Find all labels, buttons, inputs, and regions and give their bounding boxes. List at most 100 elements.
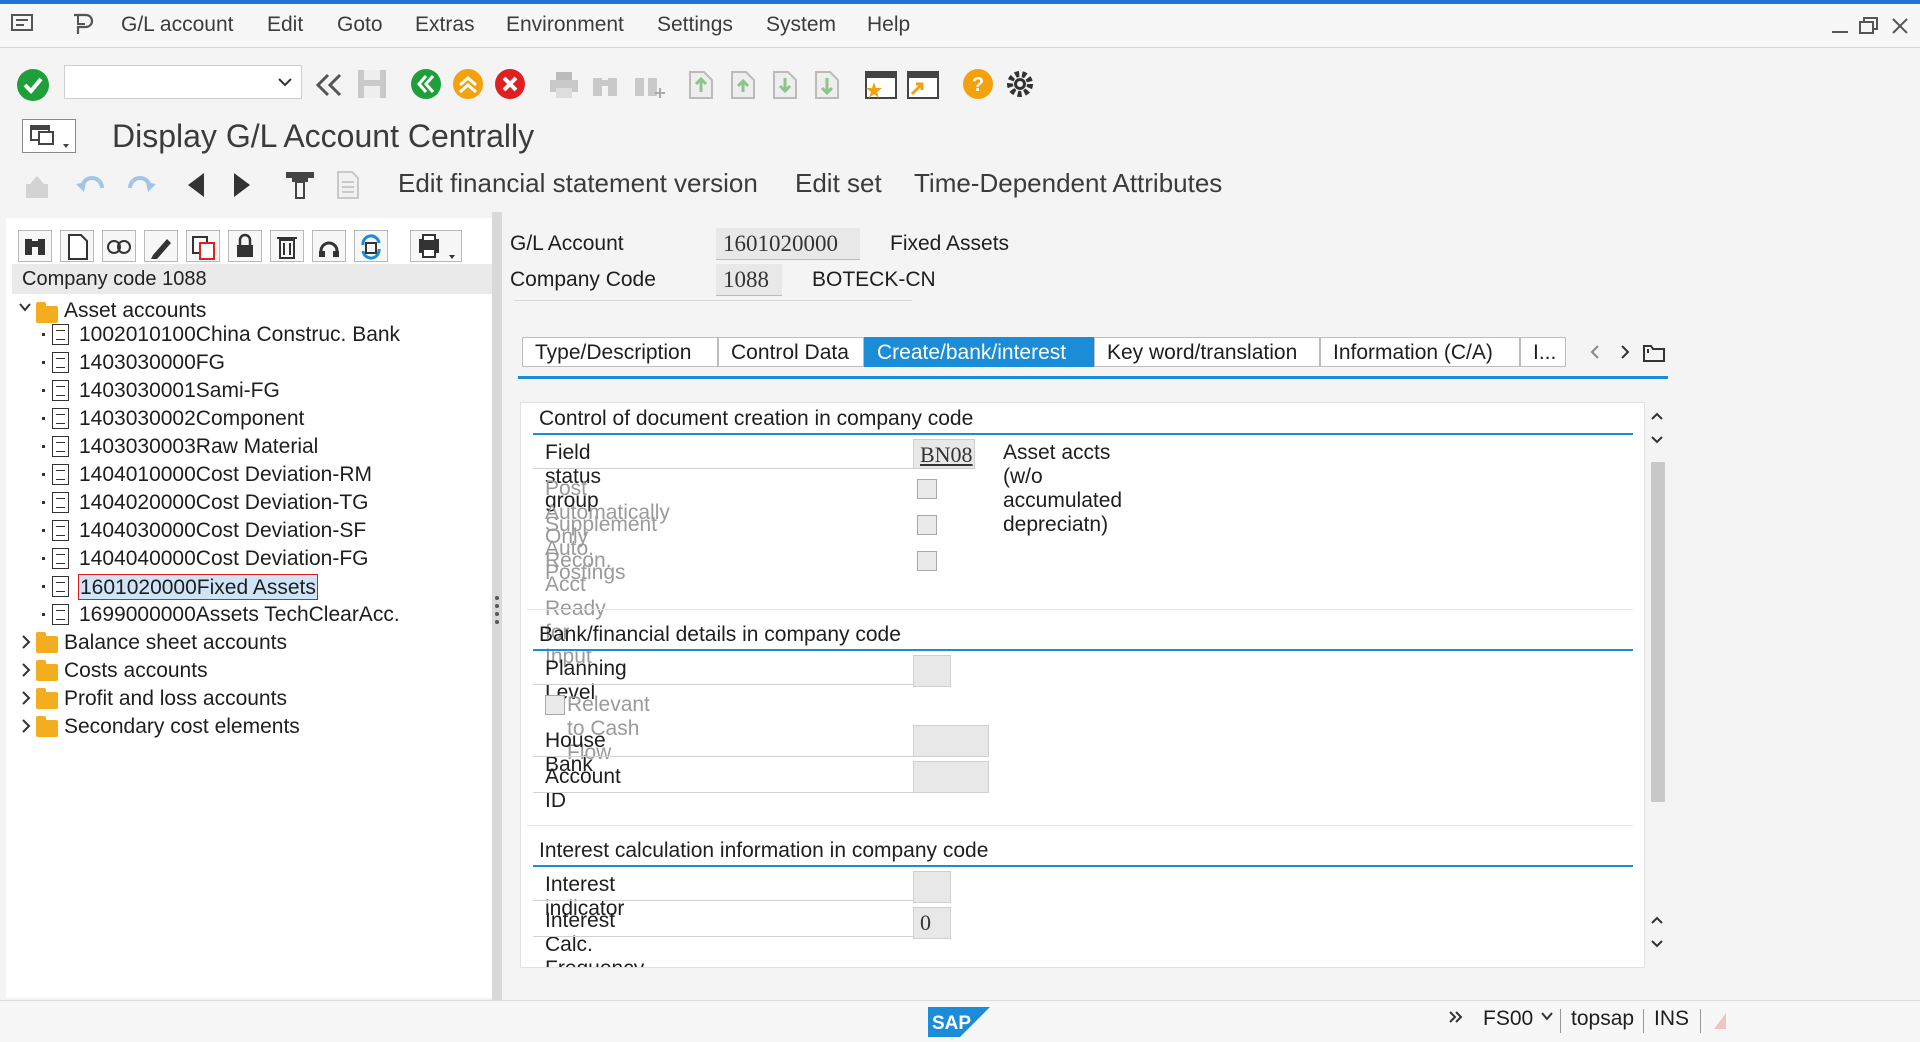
recon-ready-checkbox[interactable] bbox=[917, 551, 937, 571]
back-icon[interactable] bbox=[410, 68, 442, 100]
minimize-icon[interactable] bbox=[1830, 16, 1850, 36]
tree-item[interactable]: 1404040000Cost Deviation-FG bbox=[79, 546, 369, 572]
expand-icon[interactable] bbox=[20, 662, 32, 678]
account-id-input[interactable] bbox=[913, 761, 989, 793]
sap-logo-menu-icon[interactable] bbox=[70, 12, 96, 36]
tree-display-icon[interactable] bbox=[102, 230, 136, 262]
tree-block-icon[interactable] bbox=[312, 230, 346, 262]
tree-item[interactable]: 1699000000Assets TechClearAcc. bbox=[79, 602, 400, 628]
where-used-icon[interactable] bbox=[284, 170, 316, 200]
scroll-bottom-icon[interactable] bbox=[1649, 938, 1665, 950]
status-dropdown-icon[interactable] bbox=[1540, 1009, 1554, 1023]
tab-key-word-translation[interactable]: Key word/translation bbox=[1094, 337, 1320, 367]
field-status-group-value[interactable]: BN08 bbox=[913, 439, 975, 469]
company-code-value[interactable]: 1088 bbox=[716, 264, 782, 296]
menu-environment[interactable]: Environment bbox=[506, 13, 624, 37]
shortcut-icon[interactable] bbox=[906, 68, 940, 100]
print-icon[interactable] bbox=[548, 70, 580, 100]
house-bank-input[interactable] bbox=[913, 725, 989, 757]
scroll-top-icon[interactable] bbox=[1649, 914, 1665, 926]
find-icon[interactable] bbox=[590, 70, 620, 100]
tab-more[interactable]: I... bbox=[1520, 337, 1566, 367]
vertical-scrollbar[interactable] bbox=[1647, 402, 1667, 958]
scroll-thumb[interactable] bbox=[1651, 462, 1665, 802]
menu-settings[interactable]: Settings bbox=[657, 13, 733, 37]
tab-create-bank-interest[interactable]: Create/bank/interest bbox=[864, 337, 1094, 367]
tree-item[interactable]: 1404030000Cost Deviation-SF bbox=[79, 518, 366, 544]
supplement-auto-checkbox[interactable] bbox=[917, 515, 937, 535]
previous-page-icon[interactable] bbox=[728, 68, 758, 100]
menu-goto[interactable]: Goto bbox=[337, 13, 383, 37]
command-field[interactable] bbox=[64, 65, 302, 99]
tree-find-icon[interactable] bbox=[18, 230, 52, 262]
panel-splitter[interactable] bbox=[492, 212, 502, 1002]
menu-edit[interactable]: Edit bbox=[267, 13, 303, 37]
tab-type-description[interactable]: Type/Description bbox=[522, 337, 718, 367]
chevron-down-icon[interactable] bbox=[277, 76, 293, 88]
exit-icon[interactable] bbox=[452, 68, 484, 100]
other-account-icon[interactable] bbox=[22, 172, 52, 202]
menu-extras[interactable]: Extras bbox=[415, 13, 475, 37]
undo-icon[interactable] bbox=[76, 174, 108, 198]
next-account-icon[interactable] bbox=[230, 170, 254, 200]
tree-item-selected[interactable]: 1601020000Fixed Assets bbox=[78, 574, 318, 600]
interest-indicator-input[interactable] bbox=[913, 871, 951, 903]
edit-fsv-button[interactable]: Edit financial statement version bbox=[398, 168, 758, 199]
tree-folder[interactable]: Secondary cost elements bbox=[64, 714, 300, 740]
menu-icon[interactable] bbox=[10, 12, 36, 34]
screen-menu-button[interactable] bbox=[22, 119, 76, 153]
tab-scroll-right-icon[interactable] bbox=[1618, 343, 1632, 361]
new-session-icon[interactable] bbox=[864, 68, 898, 100]
last-page-icon[interactable] bbox=[812, 68, 842, 100]
tree-item[interactable]: 1404020000Cost Deviation-TG bbox=[79, 490, 369, 516]
tab-information-ca[interactable]: Information (C/A) bbox=[1320, 337, 1520, 367]
menu-help[interactable]: Help bbox=[867, 13, 910, 37]
expand-icon[interactable] bbox=[20, 690, 32, 706]
find-next-icon[interactable] bbox=[632, 70, 666, 100]
tree-folder-asset-accounts[interactable]: Asset accounts bbox=[64, 298, 206, 324]
tree-item[interactable]: 1403030000FG bbox=[79, 350, 225, 376]
tree-item[interactable]: 1404010000Cost Deviation-RM bbox=[79, 462, 372, 488]
status-expand-icon[interactable] bbox=[1448, 1009, 1464, 1025]
tree-folder[interactable]: Costs accounts bbox=[64, 658, 208, 684]
menu-system[interactable]: System bbox=[766, 13, 836, 37]
scroll-up-icon[interactable] bbox=[1649, 410, 1665, 422]
planning-level-input[interactable] bbox=[913, 655, 951, 687]
tree-copy-icon[interactable] bbox=[186, 230, 220, 262]
time-dependent-attributes-button[interactable]: Time-Dependent Attributes bbox=[914, 168, 1222, 199]
tree-item[interactable]: 1002010100China Construc. Bank bbox=[79, 322, 400, 348]
tree-item[interactable]: 1403030003Raw Material bbox=[79, 434, 318, 460]
cancel-icon[interactable] bbox=[494, 68, 526, 100]
maximize-icon[interactable] bbox=[1858, 16, 1880, 36]
expand-icon[interactable] bbox=[20, 718, 32, 734]
tree-item[interactable]: 1403030002Component bbox=[79, 406, 304, 432]
enter-icon[interactable] bbox=[16, 68, 50, 102]
expand-icon[interactable] bbox=[20, 634, 32, 650]
help-icon[interactable]: ? bbox=[962, 68, 994, 100]
document-display-icon[interactable] bbox=[334, 170, 364, 200]
scroll-down-icon[interactable] bbox=[1649, 434, 1665, 446]
redo-icon[interactable] bbox=[124, 174, 156, 198]
tree-create-icon[interactable] bbox=[60, 230, 94, 262]
tab-scroll-left-icon[interactable] bbox=[1588, 343, 1602, 361]
tree-folder[interactable]: Balance sheet accounts bbox=[64, 630, 287, 656]
next-page-icon[interactable] bbox=[770, 68, 800, 100]
tree-folder[interactable]: Profit and loss accounts bbox=[64, 686, 287, 712]
close-window-icon[interactable] bbox=[1890, 16, 1910, 36]
save-icon[interactable] bbox=[356, 68, 388, 100]
post-automatically-checkbox[interactable] bbox=[917, 479, 937, 499]
edit-set-button[interactable]: Edit set bbox=[795, 168, 882, 199]
interest-frequency-input[interactable]: 0 bbox=[913, 907, 951, 939]
tab-control-data[interactable]: Control Data bbox=[718, 337, 864, 367]
tree-change-icon[interactable] bbox=[144, 230, 178, 262]
tree-lock-icon[interactable] bbox=[228, 230, 262, 262]
previous-account-icon[interactable] bbox=[184, 170, 208, 200]
tab-list-icon[interactable] bbox=[1642, 341, 1666, 363]
gear-icon[interactable] bbox=[1004, 68, 1036, 100]
tree-refresh-icon[interactable] bbox=[354, 230, 388, 262]
tree-print-icon[interactable] bbox=[410, 230, 462, 262]
double-left-icon[interactable] bbox=[314, 73, 342, 97]
first-page-icon[interactable] bbox=[686, 68, 716, 100]
tree-delete-icon[interactable] bbox=[270, 230, 304, 262]
menu-gl-account[interactable]: G/L account bbox=[121, 13, 233, 37]
